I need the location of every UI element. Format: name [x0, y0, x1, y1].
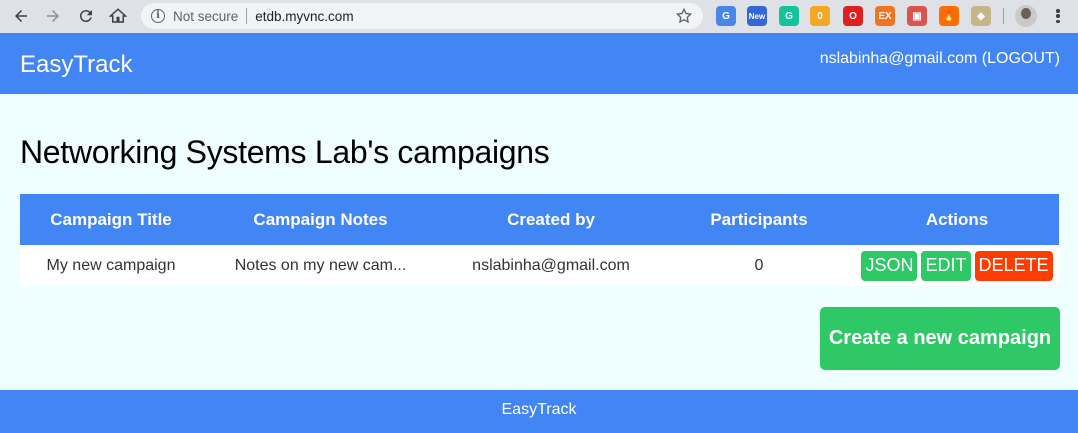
table-header: Campaign Title Campaign Notes Created by…: [20, 194, 1059, 245]
browser-toolbar: i Not secure etdb.myvnc.com G New G 0 O EX ▣ 🔥 ◆: [0, 0, 1078, 33]
forward-arrow-icon: [47, 10, 59, 22]
delete-button[interactable]: DELETE: [974, 250, 1053, 281]
window-ext-icon[interactable]: ▣: [907, 6, 927, 26]
actions-cell: JSON EDIT DELETE: [855, 250, 1059, 281]
info-icon[interactable]: i: [151, 9, 165, 23]
forward-button[interactable]: [37, 0, 69, 32]
address-bar[interactable]: i Not secure etdb.myvnc.com: [141, 3, 703, 29]
campaign-notes-cell: Notes on my new cam...: [234, 256, 407, 274]
column-header-actions: Actions: [925, 209, 989, 229]
new-ext-icon[interactable]: New: [747, 6, 767, 26]
created-by-cell: nslabinha@gmail.com: [472, 256, 630, 274]
reload-button[interactable]: [70, 0, 102, 32]
footer: EasyTrack: [0, 390, 1078, 433]
adblock-ext-icon[interactable]: O: [843, 6, 863, 26]
column-header-participants: Participants: [710, 209, 808, 229]
column-header-notes: Campaign Notes: [253, 209, 388, 229]
home-button[interactable]: [102, 0, 134, 32]
column-header-title: Campaign Title: [50, 209, 172, 229]
bookmark-star-icon[interactable]: [675, 7, 693, 25]
app-header: EasyTrack nslabinha@gmail.com (LOGOUT): [0, 33, 1078, 94]
diamond-ext-icon[interactable]: ◆: [971, 6, 991, 26]
brand-logo-text[interactable]: EasyTrack: [20, 51, 132, 79]
browser-menu-icon[interactable]: [1052, 7, 1064, 25]
back-button[interactable]: [5, 0, 37, 32]
reload-icon: [79, 10, 92, 23]
url-text[interactable]: etdb.myvnc.com: [255, 9, 353, 24]
toolbar-divider: [1003, 8, 1004, 24]
grammarly-ext-icon[interactable]: G: [779, 6, 799, 26]
edit-button[interactable]: EDIT: [921, 250, 971, 281]
security-label: Not secure: [173, 8, 239, 24]
column-header-created-by: Created by: [507, 209, 595, 229]
omnibox-divider: [246, 8, 248, 24]
user-logout-link[interactable]: nslabinha@gmail.com (LOGOUT): [820, 50, 1060, 68]
table-row: My new campaign Notes on my new cam... n…: [20, 245, 1059, 286]
participants-cell: 0: [754, 256, 764, 274]
json-button[interactable]: JSON: [861, 250, 918, 281]
profile-avatar[interactable]: [1015, 5, 1037, 27]
campaign-title-cell: My new campaign: [46, 256, 176, 274]
page-title: Networking Systems Lab's campaigns: [20, 134, 550, 170]
translate-ext-icon[interactable]: G: [716, 6, 736, 26]
create-campaign-button[interactable]: Create a new campaign: [820, 307, 1060, 370]
brave-ext-icon[interactable]: 0: [810, 6, 830, 26]
flame-ext-icon[interactable]: 🔥: [939, 6, 959, 26]
back-arrow-icon: [15, 10, 27, 22]
campaigns-table: Campaign Title Campaign Notes Created by…: [20, 194, 1059, 286]
home-icon: [109, 8, 127, 23]
ex-ext-icon[interactable]: EX: [875, 6, 895, 26]
